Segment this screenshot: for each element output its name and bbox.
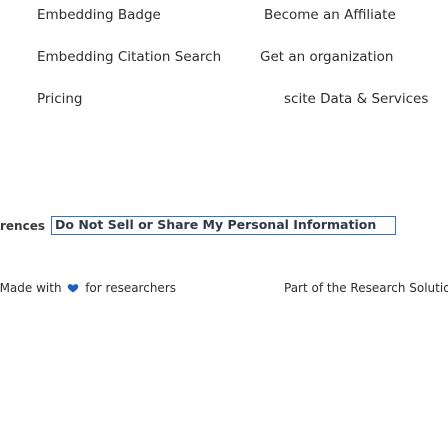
link-scite-data-services[interactable]: scite Data & Services bbox=[284, 91, 428, 107]
link-embedding-badge[interactable]: Embedding Badge bbox=[37, 7, 161, 23]
link-become-affiliate[interactable]: Become an Affiliate bbox=[264, 7, 396, 23]
link-embedding-citation-search[interactable]: Embedding Citation Search bbox=[37, 49, 221, 65]
made-with-text: Made with for researchers bbox=[0, 281, 176, 295]
link-get-organization[interactable]: Get an organization bbox=[260, 49, 393, 65]
part-of-family-text: Part of the Research Solutions Family. bbox=[284, 281, 448, 295]
heart-icon bbox=[68, 284, 79, 293]
preferences-link[interactable]: Preferences bbox=[0, 219, 45, 233]
made-with-prefix: Made with bbox=[0, 281, 62, 295]
link-pricing[interactable]: Pricing bbox=[37, 91, 83, 107]
footer-page: Embedding Badge Embedding Citation Searc… bbox=[0, 0, 448, 448]
made-with-suffix: for researchers bbox=[85, 281, 176, 295]
do-not-sell-button[interactable]: Do Not Sell or Share My Personal Informa… bbox=[51, 216, 396, 235]
